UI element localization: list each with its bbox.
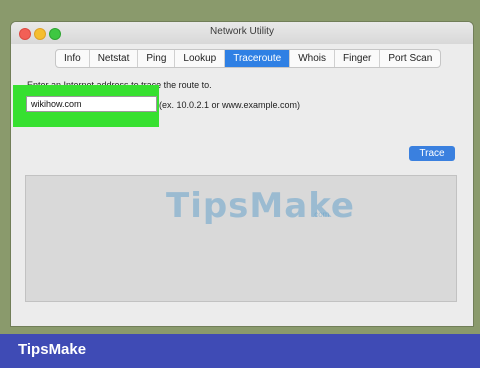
tab-port-scan[interactable]: Port Scan	[380, 50, 440, 67]
tab-traceroute[interactable]: Traceroute	[225, 50, 291, 67]
tab-finger[interactable]: Finger	[335, 50, 381, 67]
network-utility-window: Network Utility Info Netstat Ping Lookup…	[11, 22, 473, 326]
tab-netstat[interactable]: Netstat	[90, 50, 139, 67]
tab-info[interactable]: Info	[56, 50, 90, 67]
watermark-logo: TipsMake	[166, 186, 355, 226]
address-hint: (ex. 10.0.2.1 or www.example.com)	[159, 100, 301, 110]
trace-output-area: TipsMake .com	[25, 175, 457, 302]
tab-bar: Info Netstat Ping Lookup Traceroute Whoi…	[55, 49, 442, 68]
window-title: Network Utility	[210, 26, 274, 37]
address-input[interactable]	[26, 96, 157, 112]
tab-whois[interactable]: Whois	[290, 50, 335, 67]
watermark-suffix: .com	[312, 210, 330, 219]
tab-lookup[interactable]: Lookup	[175, 50, 226, 67]
tab-ping[interactable]: Ping	[138, 50, 176, 67]
trace-button[interactable]: Trace	[409, 146, 455, 161]
title-bar: Network Utility	[11, 22, 473, 44]
footer-brand: TipsMake	[18, 341, 87, 358]
